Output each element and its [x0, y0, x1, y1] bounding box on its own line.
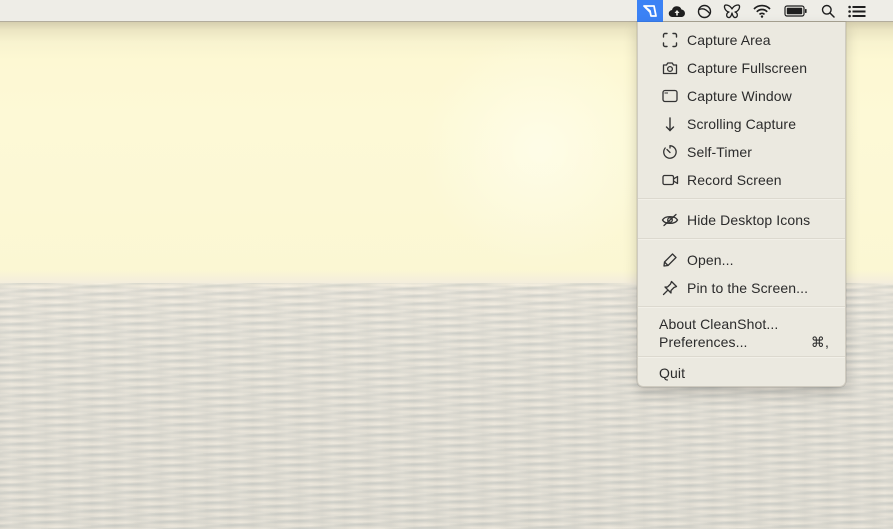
menu-item-label: Open... — [687, 252, 734, 268]
menu-item-label: Quit — [659, 365, 686, 381]
menu-item-label: Self-Timer — [687, 144, 753, 160]
cloud-status-item[interactable] — [663, 0, 691, 22]
menu-item-label: Preferences... — [659, 334, 748, 350]
menu-item-label: Record Screen — [687, 172, 782, 188]
control-center-list-icon — [848, 5, 866, 18]
preferences-shortcut: ⌘, — [810, 333, 829, 350]
pencil-icon — [661, 252, 679, 268]
cleanshot-menu: Capture Area Capture Fullscreen Capture … — [637, 22, 846, 387]
control-center-status-item[interactable] — [841, 0, 873, 22]
menu-item-preferences[interactable]: Preferences... ⌘, — [638, 330, 845, 354]
menu-item-hide-desktop-icons[interactable]: Hide Desktop Icons — [638, 208, 845, 232]
circle-slash-icon — [697, 4, 712, 19]
menu-item-label: Capture Window — [687, 88, 792, 104]
butterfly-icon — [723, 3, 741, 19]
menu-item-quit[interactable]: Quit — [638, 361, 845, 385]
butterfly-status-item[interactable] — [717, 0, 747, 22]
menu-item-capture-fullscreen[interactable]: Capture Fullscreen — [638, 56, 845, 80]
menu-item-capture-area[interactable]: Capture Area — [638, 28, 845, 52]
menu-separator — [638, 306, 845, 308]
cloud-upload-icon — [668, 5, 686, 18]
menu-item-label: Scrolling Capture — [687, 116, 797, 132]
menu-item-scrolling-capture[interactable]: Scrolling Capture — [638, 112, 845, 136]
menu-item-label: Capture Fullscreen — [687, 60, 808, 76]
arrow-down-icon — [661, 116, 679, 132]
pin-icon — [661, 280, 679, 296]
menu-separator — [638, 238, 845, 240]
menu-item-label: Pin to the Screen... — [687, 280, 809, 296]
menu-item-pin-to-screen[interactable]: Pin to the Screen... — [638, 276, 845, 300]
menu-separator — [638, 198, 845, 200]
wallpaper-sky-glow — [420, 30, 660, 270]
status-icons — [637, 0, 873, 22]
menu-separator — [638, 356, 845, 358]
window-icon — [661, 88, 679, 104]
spotlight-status-item[interactable] — [815, 0, 841, 22]
menu-item-self-timer[interactable]: Self-Timer — [638, 140, 845, 164]
timer-icon — [661, 144, 679, 160]
menu-item-capture-window[interactable]: Capture Window — [638, 84, 845, 108]
video-camera-icon — [661, 172, 679, 188]
camera-icon — [661, 60, 679, 76]
capture-area-icon — [661, 32, 679, 48]
cleanshot-icon — [642, 4, 658, 18]
eye-slash-icon — [661, 212, 679, 228]
battery-status-item[interactable] — [777, 0, 815, 22]
wifi-icon — [753, 4, 771, 18]
cleanshot-status-item[interactable] — [637, 0, 663, 22]
menu-bar — [0, 0, 893, 22]
battery-icon — [784, 5, 808, 17]
menu-item-label: Hide Desktop Icons — [687, 212, 811, 228]
menu-item-open[interactable]: Open... — [638, 248, 845, 272]
menu-item-label: Capture Area — [687, 32, 771, 48]
wifi-status-item[interactable] — [747, 0, 777, 22]
spotlight-search-icon — [821, 4, 835, 18]
menu-item-record-screen[interactable]: Record Screen — [638, 168, 845, 192]
circle-status-item[interactable] — [691, 0, 717, 22]
